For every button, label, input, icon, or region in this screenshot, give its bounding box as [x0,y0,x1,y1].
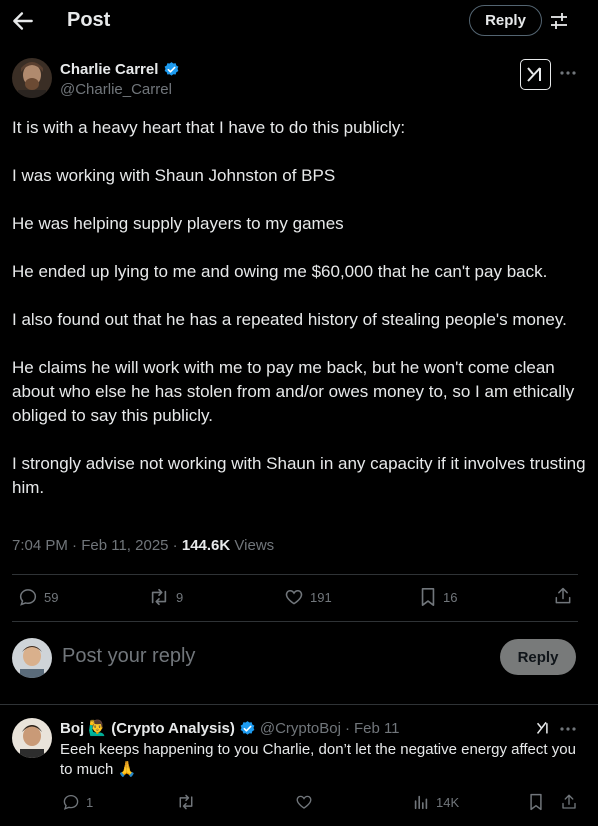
reply-author-first-name: Boj [60,720,85,737]
like-action[interactable] [295,793,313,811]
reply-author-name-suffix: (Crypto Analysis) [111,720,235,737]
tweet-time[interactable]: 7:04 PM [12,537,68,554]
bookmark-icon [421,588,435,606]
grok-icon[interactable] [520,59,551,90]
page-title: Post [67,9,111,31]
like-count: 191 [310,589,332,605]
bookmark-count: 16 [443,589,458,605]
share-action[interactable] [560,793,578,811]
bookmark-action[interactable]: 16 [419,587,457,607]
reply-date[interactable]: Feb 11 [354,720,400,737]
author-avatar[interactable] [12,58,52,98]
bookmark-action[interactable] [528,793,544,811]
tweet-paragraph: It is with a heavy heart that I have to … [12,118,406,137]
header-bar: Post Reply [0,0,598,42]
repost-action[interactable] [176,793,196,811]
post-reply-button[interactable]: Reply [500,639,576,675]
repost-icon [151,588,167,606]
reply-author-name[interactable]: Boj 🙋‍♂️ (Crypto Analysis) [60,719,235,737]
verified-badge-icon [163,61,180,78]
views-count: 144.6K [181,537,231,554]
views-action[interactable]: 14K [412,793,459,811]
reply-icon [19,589,37,606]
tweet-date[interactable]: Feb 11, 2025 [81,537,168,554]
reply-count: 59 [44,589,59,605]
tweet-paragraph: I also found out that he has a repeated … [12,310,567,329]
separator-dot: · [344,719,350,737]
reply-action[interactable]: 59 [18,587,58,607]
share-icon [555,587,571,604]
verified-badge-icon [239,720,256,737]
like-action[interactable]: 191 [284,587,332,607]
share-icon [562,794,576,809]
tweet-paragraph: He claims he will work with me to pay me… [12,358,575,425]
share-action[interactable] [553,586,573,606]
divider [12,574,578,575]
reply-count: 1 [86,794,94,810]
more-options-icon[interactable] [559,64,577,82]
back-arrow-icon[interactable] [10,8,36,34]
reply-icon [63,794,79,810]
analytics-icon [414,795,428,810]
reply-text: Eeeh keeps happening to you Charlie, don… [60,741,576,778]
reply-author-emoji: 🙋‍♂️ [88,720,108,737]
reply-header: Boj 🙋‍♂️ (Crypto Analysis) @CryptoBoj · … [60,719,400,738]
author-handle[interactable]: @Charlie_Carrel [60,81,172,98]
reply-author-avatar[interactable] [12,718,52,758]
more-options-icon[interactable] [559,720,577,738]
tweet-meta: 7:04 PM · Feb 11, 2025 · 144.6K Views [12,537,275,554]
repost-count: 9 [176,589,184,605]
tweet-paragraph: I was working with Shaun Johnston of BPS [12,166,336,185]
grok-icon[interactable] [535,719,552,736]
tweet-text: It is with a heavy heart that I have to … [12,116,587,500]
views-count: 14K [436,794,460,810]
repost-action[interactable]: 9 [148,587,183,607]
tweet-paragraph: He ended up lying to me and owing me $60… [12,262,548,281]
user-avatar[interactable] [12,638,52,678]
tweet-paragraph: I strongly advise not working with Shaun… [12,454,586,497]
divider [12,621,578,622]
reply-author-handle[interactable]: @CryptoBoj [260,720,341,737]
author-name[interactable]: Charlie Carrel [60,61,158,78]
tweet-paragraph: He was helping supply players to my game… [12,214,344,233]
sliders-icon[interactable] [548,10,570,32]
divider [0,704,598,705]
repost-icon [179,794,193,810]
reply-action[interactable]: 1 [62,793,93,811]
reply-button[interactable]: Reply [469,5,542,36]
views-label: Views [234,537,275,554]
bookmark-icon [530,793,542,811]
heart-icon [296,795,312,809]
heart-icon [285,589,303,605]
reply-input[interactable]: Post your reply [62,645,195,668]
